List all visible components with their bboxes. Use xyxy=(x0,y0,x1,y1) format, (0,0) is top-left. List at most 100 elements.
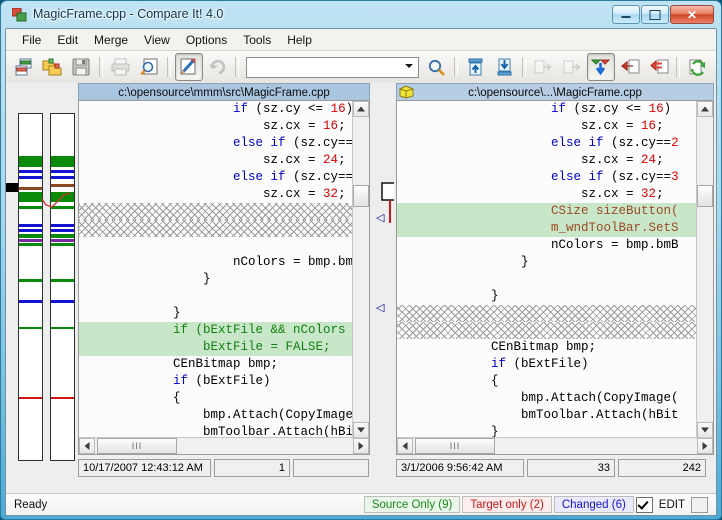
target-vscroll-thumb[interactable] xyxy=(697,185,713,207)
scroll-up-arrow-icon-target[interactable] xyxy=(697,101,713,117)
menu-options[interactable]: Options xyxy=(178,31,235,49)
code-line[interactable]: } xyxy=(79,305,353,322)
save-icon[interactable] xyxy=(67,53,95,81)
copy-block-left-icon[interactable] xyxy=(645,53,673,81)
source-horizontal-scrollbar[interactable]: III xyxy=(79,437,369,454)
code-line[interactable]: bmToolbar.Attach(hBit xyxy=(397,407,697,424)
target-hscroll-thumb[interactable]: III xyxy=(415,438,495,454)
target-code-area[interactable]: if (sz.cy <= 16) sz.cx = 16; else if (sz… xyxy=(396,100,714,455)
code-line[interactable]: if (sz.cy <= 16) xyxy=(79,101,353,118)
code-line[interactable]: CEnBitmap bmp; xyxy=(397,339,697,356)
scroll-left-arrow-icon-target[interactable] xyxy=(397,438,413,454)
code-line[interactable]: { xyxy=(79,390,353,407)
code-line[interactable]: bExtFile = FALSE; xyxy=(79,339,353,356)
menu-file[interactable]: File xyxy=(14,31,49,49)
code-line[interactable] xyxy=(79,237,353,254)
code-line[interactable]: nColors = bmp.bmB xyxy=(79,254,353,271)
source-code-area[interactable]: if (sz.cy <= 16) sz.cx = 16; else if (sz… xyxy=(78,100,370,455)
menu-help[interactable]: Help xyxy=(279,31,320,49)
next-difference-icon[interactable] xyxy=(491,53,519,81)
close-button[interactable]: ✕ xyxy=(670,5,714,24)
first-difference-icon[interactable] xyxy=(462,53,490,81)
copy-to-left-icon[interactable] xyxy=(616,53,644,81)
refresh-compare-icon[interactable] xyxy=(684,53,712,81)
code-line[interactable]: else if (sz.cy==2 xyxy=(79,135,353,152)
code-line[interactable]: CEnBitmap bmp; xyxy=(79,356,353,373)
code-line[interactable]: if (sz.cy <= 16) xyxy=(397,101,697,118)
minimize-button[interactable] xyxy=(612,5,640,24)
code-line[interactable]: sz.cx = 16; xyxy=(79,118,353,135)
code-line[interactable]: } xyxy=(79,271,353,288)
code-line[interactable]: } xyxy=(397,424,697,438)
open-folder-compare-icon[interactable] xyxy=(39,53,67,81)
menu-tools[interactable]: Tools xyxy=(235,31,279,49)
code-line[interactable]: } xyxy=(397,288,697,305)
overview-bar-source[interactable] xyxy=(18,113,43,461)
status-edit-checkbox[interactable] xyxy=(691,497,708,513)
status-target-only[interactable]: Target only (2) xyxy=(462,496,552,513)
overview-cursor[interactable] xyxy=(6,183,18,192)
merge-down-icon[interactable] xyxy=(587,53,615,81)
status-source-only[interactable]: Source Only (9) xyxy=(364,496,461,513)
scroll-right-arrow-icon[interactable] xyxy=(353,438,369,454)
scroll-up-arrow-icon[interactable] xyxy=(353,101,369,117)
target-vertical-scrollbar[interactable] xyxy=(696,101,713,438)
source-path-header[interactable]: c:\opensource\mmm\src\MagicFrame.cpp xyxy=(78,83,370,101)
code-token: (sz.cy== xyxy=(286,136,353,150)
code-line[interactable]: if (bExtFile) xyxy=(397,356,697,373)
maximize-button[interactable] xyxy=(641,5,669,24)
status-changed[interactable]: Changed (6) xyxy=(554,496,634,513)
edit-mode-icon[interactable] xyxy=(175,53,203,81)
code-line[interactable]: if (bExtFile && nColors = xyxy=(79,322,353,339)
code-line[interactable]: else if (sz.cy==3 xyxy=(397,169,697,186)
scroll-left-arrow-icon[interactable] xyxy=(79,438,95,454)
code-token: (sz.cy <= xyxy=(566,102,649,116)
code-line[interactable] xyxy=(79,288,353,305)
difference-overview-map[interactable] xyxy=(12,113,76,461)
code-line-placeholder[interactable] xyxy=(79,203,353,220)
source-vscroll-thumb[interactable] xyxy=(353,185,369,207)
code-line-placeholder[interactable] xyxy=(397,322,697,339)
code-line[interactable]: bmp.Attach(CopyImage( xyxy=(79,407,353,424)
scroll-right-arrow-icon-target[interactable] xyxy=(697,438,713,454)
code-line[interactable]: sz.cx = 24; xyxy=(397,152,697,169)
print-icon[interactable] xyxy=(107,53,135,81)
source-vertical-scrollbar[interactable] xyxy=(352,101,369,438)
code-line[interactable]: sz.cx = 24; xyxy=(79,152,353,169)
code-line[interactable]: bmToolbar.Attach(hBit xyxy=(79,424,353,438)
code-line[interactable]: m_wndToolBar.SetS xyxy=(397,220,697,237)
code-line[interactable]: else if (sz.cy==2 xyxy=(397,135,697,152)
status-highlight-checkbox[interactable] xyxy=(636,497,653,513)
target-code-lines[interactable]: if (sz.cy <= 16) sz.cx = 16; else if (sz… xyxy=(397,101,697,438)
file-field-timestamp: 3/1/2006 9:56:42 AM xyxy=(396,459,524,477)
menu-edit[interactable]: Edit xyxy=(49,31,86,49)
search-icon[interactable] xyxy=(423,53,451,81)
print-preview-icon[interactable] xyxy=(135,53,163,81)
scroll-down-arrow-icon-target[interactable] xyxy=(697,422,713,438)
code-line[interactable] xyxy=(397,271,697,288)
code-line[interactable]: if (bExtFile) xyxy=(79,373,353,390)
chevron-down-icon[interactable] xyxy=(402,59,417,74)
code-line-placeholder[interactable] xyxy=(397,305,697,322)
search-combo[interactable] xyxy=(246,57,418,78)
overview-bar-target[interactable] xyxy=(50,113,75,461)
code-line[interactable]: sz.cx = 32; xyxy=(79,186,353,203)
code-line[interactable]: else if (sz.cy==3 xyxy=(79,169,353,186)
source-code-lines[interactable]: if (sz.cy <= 16) sz.cx = 16; else if (sz… xyxy=(79,101,353,438)
menu-view[interactable]: View xyxy=(136,31,178,49)
target-path-header[interactable]: c:\opensource\...\MagicFrame.cpp xyxy=(396,83,714,101)
code-line[interactable]: bmp.Attach(CopyImage( xyxy=(397,390,697,407)
code-line[interactable]: } xyxy=(397,254,697,271)
code-line[interactable]: sz.cx = 16; xyxy=(397,118,697,135)
code-line[interactable]: { xyxy=(397,373,697,390)
menu-merge[interactable]: Merge xyxy=(86,31,136,49)
code-line[interactable]: sz.cx = 32; xyxy=(397,186,697,203)
code-line[interactable]: CSize sizeButton( xyxy=(397,203,697,220)
code-line[interactable]: nColors = bmp.bmB xyxy=(397,237,697,254)
scroll-down-arrow-icon[interactable] xyxy=(353,422,369,438)
source-hscroll-thumb[interactable]: III xyxy=(97,438,177,454)
target-horizontal-scrollbar[interactable]: III xyxy=(397,437,713,454)
new-comparison-icon[interactable] xyxy=(10,53,38,81)
code-line-placeholder[interactable] xyxy=(79,220,353,237)
code-token xyxy=(401,102,551,116)
